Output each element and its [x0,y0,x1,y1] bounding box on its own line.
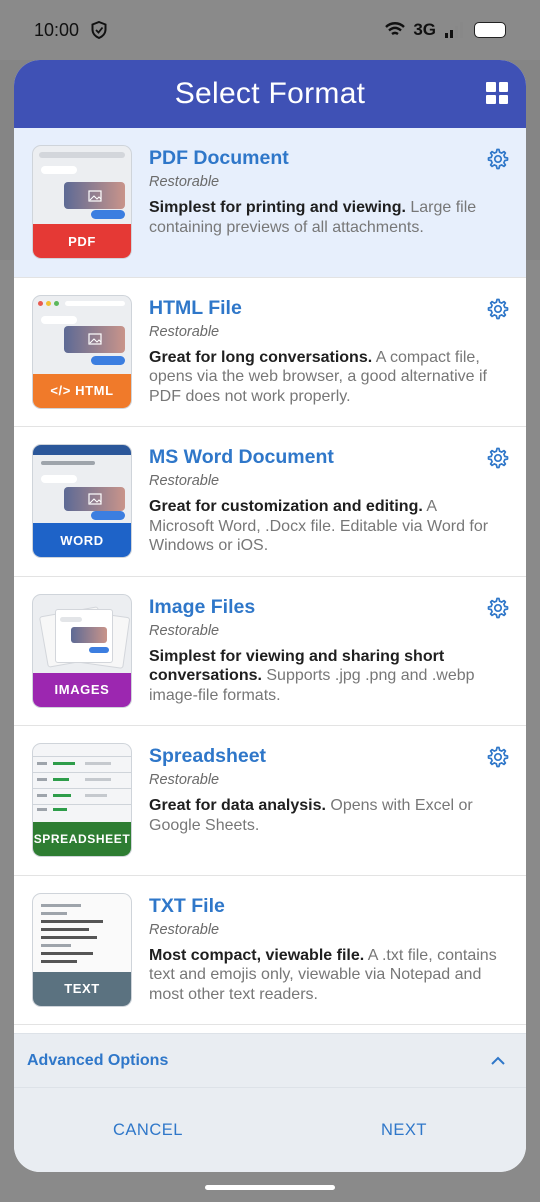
format-subtitle: Restorable [149,622,220,639]
pdf-band-label: PDF [33,224,131,258]
network-type: 3G [413,20,436,39]
image-icon [87,493,102,505]
format-description: Most compact, viewable file. A .txt file… [149,946,497,1003]
grid-view-icon[interactable] [486,82,508,104]
format-description: Great for data analysis. Opens with Exce… [149,797,473,834]
format-title: TXT File [149,894,225,917]
spreadsheet-band-label: SPREADSHEET [33,822,131,856]
format-item-html[interactable]: </> HTML HTML File Restorable Great for … [14,278,526,427]
signal-icon [445,22,463,38]
advanced-options-label: Advanced Options [27,1051,169,1069]
dialog-header: Select Format [14,60,526,128]
gear-icon[interactable] [485,745,509,769]
chevron-up-icon [491,1056,505,1065]
cancel-button[interactable]: CANCEL [93,1111,203,1150]
format-title: MS Word Document [149,446,334,468]
format-item-pdf[interactable]: PDF PDF Document Restorable Simplest for… [14,128,526,278]
format-list: PDF PDF Document Restorable Simplest for… [14,128,526,1025]
shield-icon [91,21,107,39]
format-description: Simplest for viewing and sharing short c… [149,647,475,704]
image-icon [87,189,102,202]
format-description: Simplest for printing and viewing. Large… [149,199,477,236]
txt-thumbnail: TEXT [32,892,132,1007]
format-subtitle: Restorable [149,174,220,190]
image-icon [87,333,102,345]
advanced-options-toggle[interactable]: Advanced Options [14,1033,526,1087]
format-title: PDF Document [149,147,289,169]
pdf-thumbnail: PDF [32,145,132,259]
word-thumbnail: WORD [32,444,132,558]
format-item-word[interactable]: WORD MS Word Document Restorable Great f… [14,427,526,577]
gear-icon[interactable] [485,297,509,321]
format-item-images[interactable]: IMAGES Image Files Restorable Simplest f… [14,577,526,726]
format-subtitle: Restorable [149,921,220,938]
txt-band-label: TEXT [33,971,131,1006]
dialog-actions: CANCEL NEXT [14,1087,526,1172]
dialog-title: Select Format [174,77,366,110]
format-description: Great for customization and editing. A M… [149,498,489,554]
format-subtitle: Restorable [149,772,220,788]
format-subtitle: Restorable [149,473,220,489]
format-item-txt[interactable]: TEXT TXT File Restorable Most compact, v… [14,876,526,1025]
format-title: HTML File [149,296,242,319]
battery-icon [474,22,506,38]
format-title: Image Files [149,595,256,618]
wifi-icon [385,22,406,35]
word-band-label: WORD [33,523,131,557]
format-title: Spreadsheet [149,745,267,767]
html-thumbnail: </> HTML [32,294,132,409]
format-item-spreadsheet[interactable]: SPREADSHEET Spreadsheet Restorable Great… [14,726,526,876]
status-bar: 10:00 3G [0,0,540,60]
images-band-label: IMAGES [33,672,131,707]
gear-icon[interactable] [485,596,509,620]
images-thumbnail: IMAGES [32,593,132,708]
gear-icon[interactable] [485,446,509,470]
spreadsheet-thumbnail: SPREADSHEET [32,743,132,857]
html-band-label: </> HTML [33,373,131,408]
status-time: 10:00 [34,19,80,40]
next-button[interactable]: NEXT [361,1111,447,1150]
home-indicator[interactable] [205,1185,335,1190]
format-subtitle: Restorable [149,323,220,340]
gear-icon[interactable] [485,147,509,171]
select-format-dialog: Select Format PDF PDF Document Restorabl… [14,60,526,1172]
format-description: Great for long conversations. A compact … [149,348,487,405]
